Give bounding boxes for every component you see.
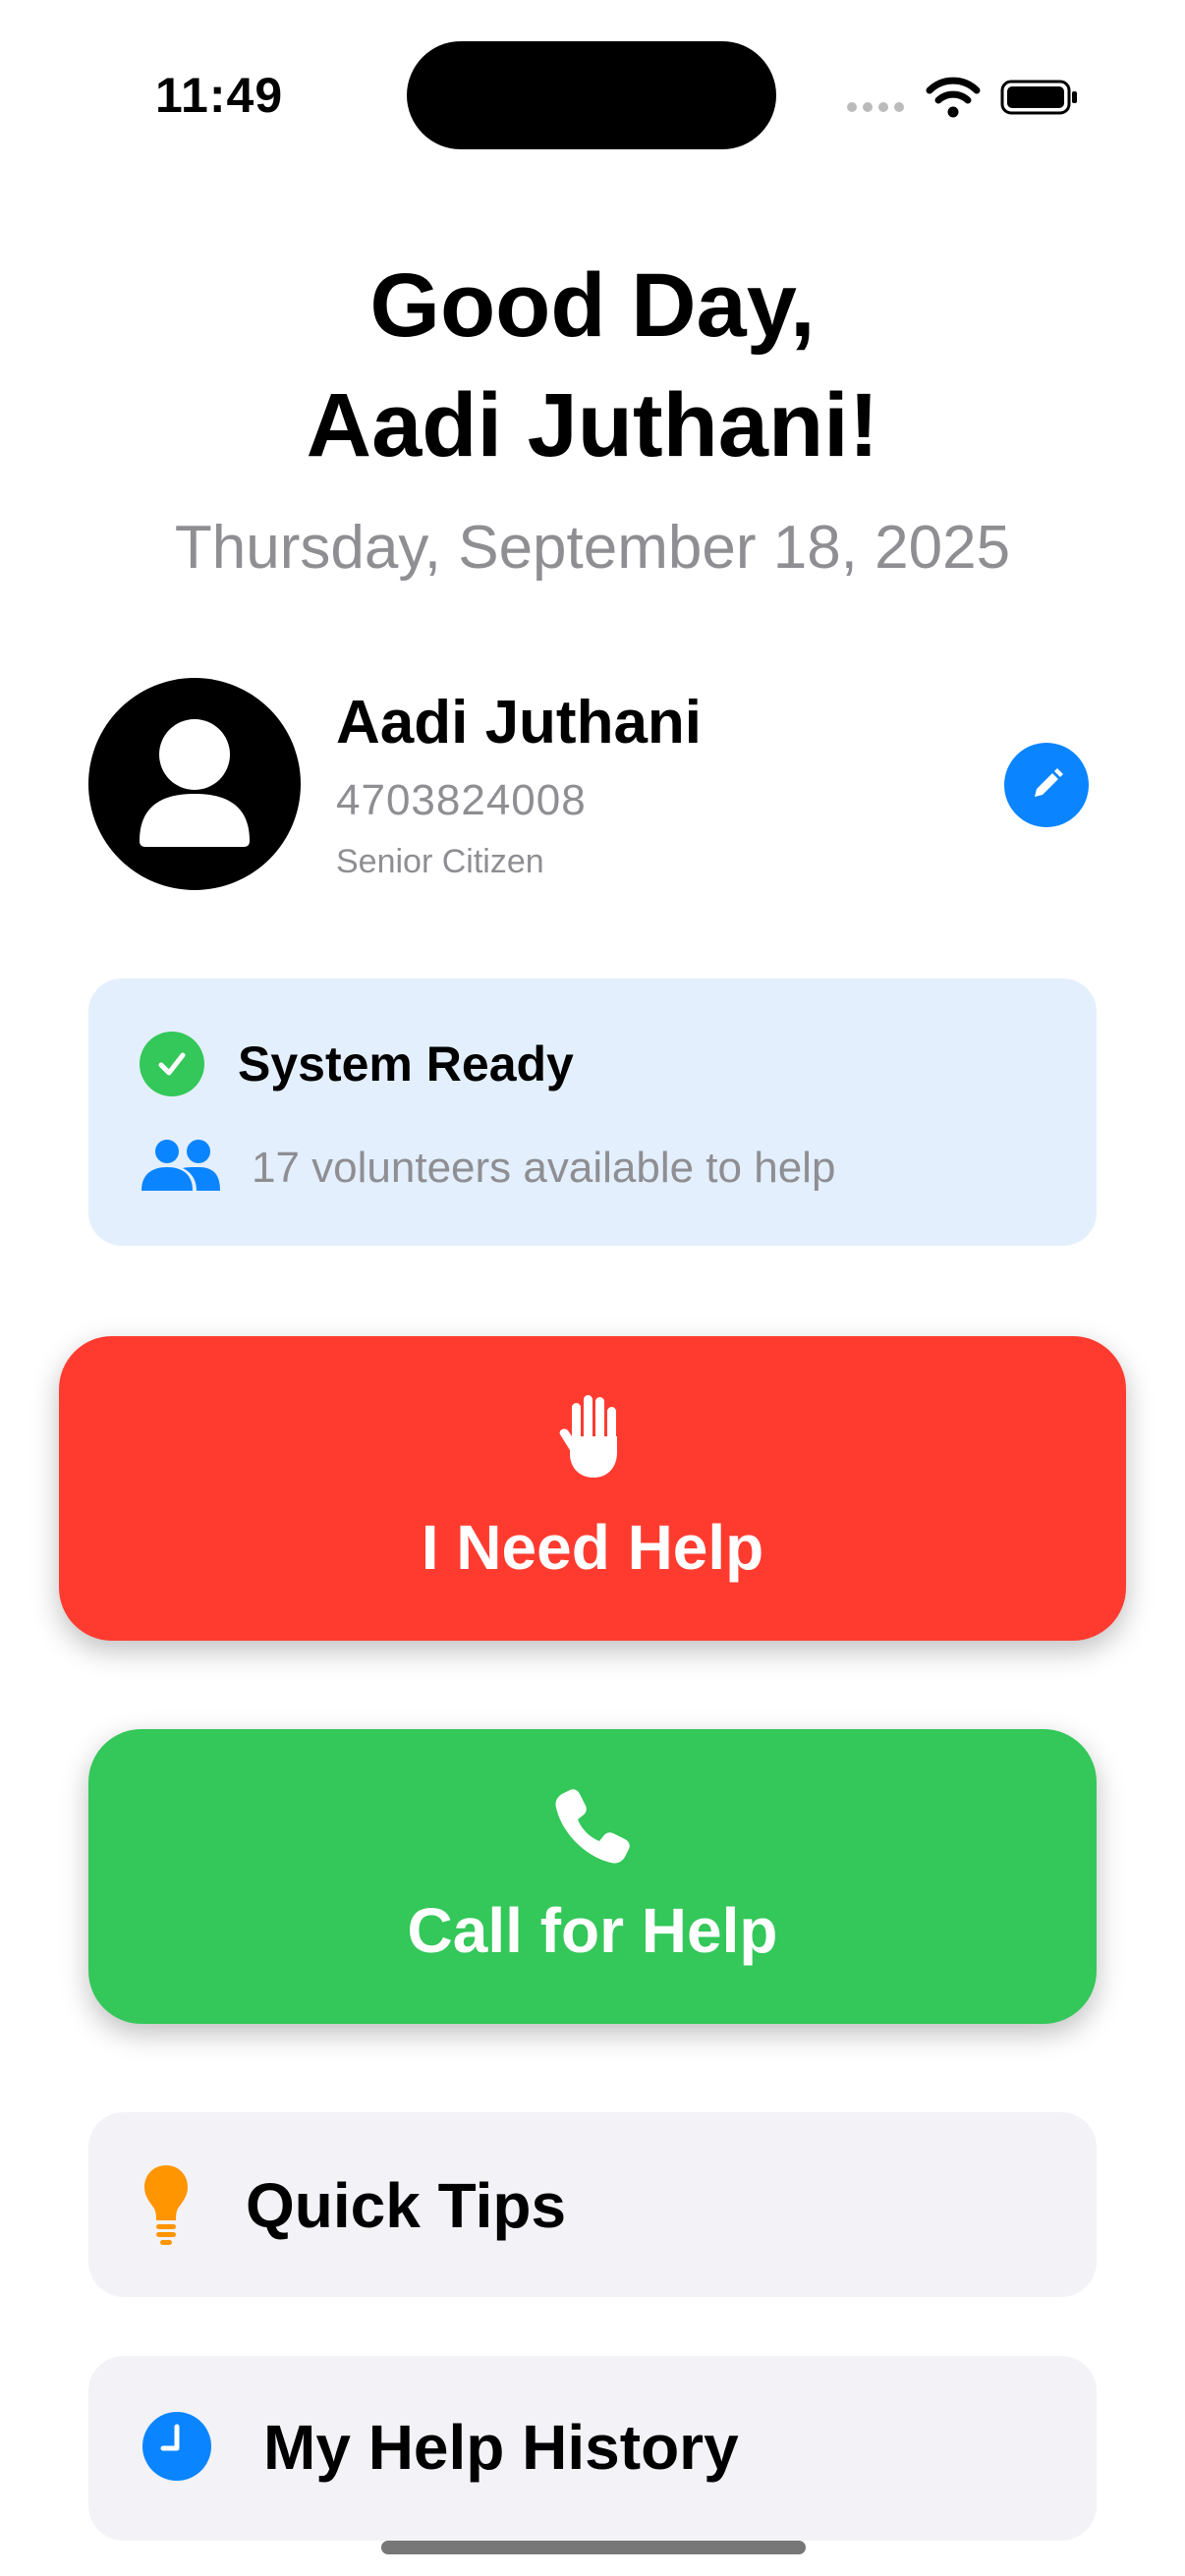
people-icon: [141, 1140, 220, 1191]
help-history-label: My Help History: [263, 2412, 739, 2483]
profile-phone: 4703824008: [336, 776, 587, 824]
need-help-button[interactable]: [59, 1336, 1126, 1641]
volunteers-available-text: 17 volunteers available to help: [252, 1144, 836, 1192]
profile-role: Senior Citizen: [336, 843, 544, 880]
avatar: [88, 678, 301, 890]
clock-icon: [142, 2412, 211, 2481]
call-help-label: Call for Help: [407, 1895, 778, 1966]
status-time: 11:49: [155, 68, 284, 123]
home-indicator[interactable]: [381, 2541, 806, 2554]
greeting-heading: Good Day, Aadi Juthani!: [0, 246, 1185, 485]
quick-tips-label: Quick Tips: [246, 2170, 567, 2241]
wifi-icon: [926, 77, 981, 118]
call-help-button[interactable]: [88, 1729, 1097, 2024]
checkmark-circle-icon: [140, 1032, 204, 1096]
person-icon: [140, 719, 250, 847]
system-status-card: [88, 979, 1097, 1246]
need-help-label: I Need Help: [421, 1512, 764, 1583]
battery-icon: [1000, 80, 1077, 115]
system-status-title: System Ready: [238, 1036, 574, 1092]
edit-profile-button[interactable]: [1004, 743, 1089, 827]
cellular-signal-icon: [847, 102, 908, 116]
raised-hand-icon: [559, 1395, 617, 1478]
pencil-icon: [1035, 768, 1063, 797]
lightbulb-icon: [144, 2165, 188, 2245]
greeting-line-1: Good Day,: [369, 255, 816, 356]
quick-tips-row[interactable]: [88, 2112, 1097, 2297]
current-date: Thursday, September 18, 2025: [174, 514, 1011, 582]
greeting-line-2: Aadi Juthani!: [306, 375, 879, 476]
profile-name: Aadi Juthani: [336, 689, 703, 756]
phone-icon: [555, 1789, 630, 1864]
dynamic-island: [407, 41, 776, 149]
